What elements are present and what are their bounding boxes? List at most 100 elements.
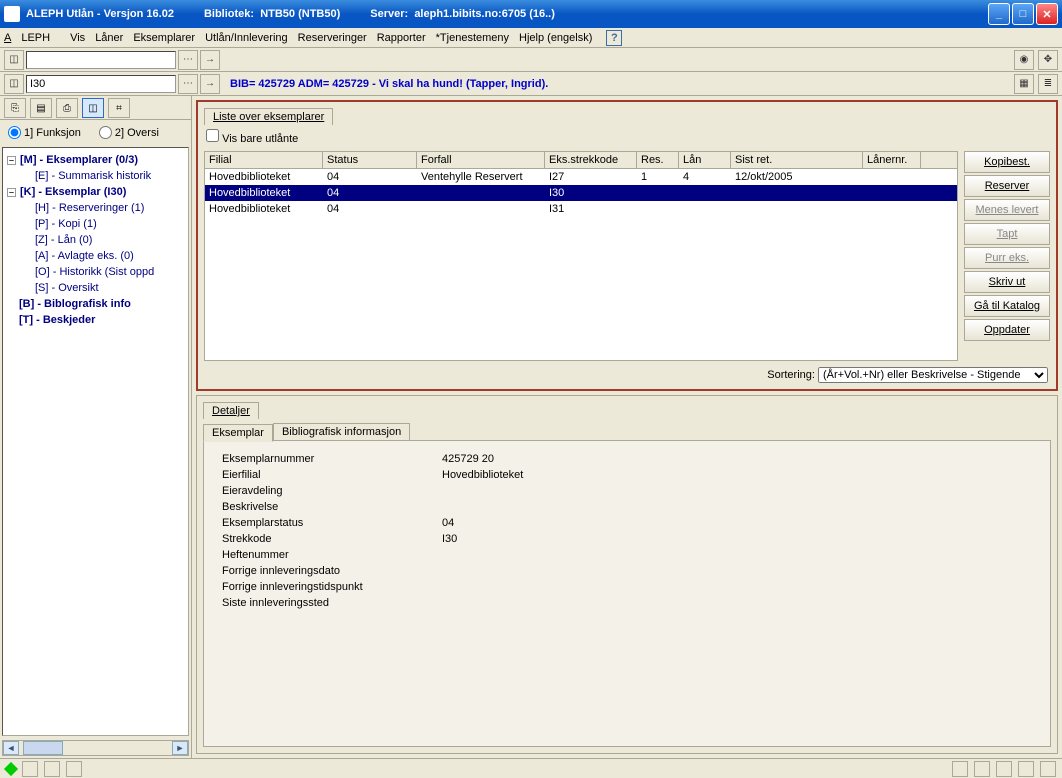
tree-a[interactable]: [A] - Avlagte eks. (0) [35, 248, 184, 264]
toolbar-input-2[interactable] [26, 75, 176, 93]
menu-vis[interactable]: Vis [70, 32, 85, 44]
btn-reserver[interactable]: Reserver [964, 175, 1050, 197]
toolbar-icon-r2[interactable]: ✥ [1038, 50, 1058, 70]
left-tab-1[interactable]: ⎘ [4, 98, 26, 118]
table-row[interactable]: Hovedbiblioteket04I31 [205, 201, 957, 217]
close-button[interactable]: ✕ [1036, 3, 1058, 25]
btn-menes-levert[interactable]: Menes levert [964, 199, 1050, 221]
status-icon-r2[interactable] [974, 761, 990, 777]
fld-fit-k: Forrige innleveringstidspunkt [222, 579, 442, 595]
subtab-eksemplar[interactable]: Eksemplar [203, 424, 273, 442]
scroll-right-icon[interactable]: ► [172, 741, 188, 755]
lower-tab[interactable]: Detaljer [203, 402, 259, 419]
toolbar-ellipsis-1[interactable]: ⋯ [178, 50, 198, 70]
left-tab-3[interactable]: ⎙ [56, 98, 78, 118]
status-icon-2[interactable] [44, 761, 60, 777]
chk-vis-bare[interactable]: Vis bare utlånte [206, 133, 298, 145]
fld-avd-k: Eieravdeling [222, 483, 442, 499]
col-filial[interactable]: Filial [205, 152, 323, 168]
left-tab-5[interactable]: ⌗ [108, 98, 130, 118]
cell-res: 1 [637, 169, 679, 185]
tree-h[interactable]: [H] - Reserveringer (1) [35, 200, 184, 216]
menu-utlan[interactable]: Utlån/Innlevering [205, 32, 288, 44]
btn-kopibest[interactable]: Kopibest. [964, 151, 1050, 173]
menu-aleph[interactable]: ALEPH [4, 32, 60, 44]
tree-e[interactable]: [E] - Summarisk historik [35, 168, 184, 184]
toolbar-ellipsis-2[interactable]: ⋯ [178, 74, 198, 94]
tree-b[interactable]: [B] - Biblografisk info [19, 296, 184, 312]
col-lan[interactable]: Lån [679, 152, 731, 168]
btn-skriv-ut[interactable]: Skriv ut [964, 271, 1050, 293]
subtab-bibliografisk[interactable]: Bibliografisk informasjon [273, 423, 410, 441]
btn-purr-eks[interactable]: Purr eks. [964, 247, 1050, 269]
title-lib: Bibliotek: NTB50 (NTB50) [204, 8, 340, 20]
menu-laner[interactable]: Låner [95, 32, 123, 44]
menu-eksemplarer[interactable]: Eksemplarer [133, 32, 195, 44]
left-tab-4[interactable]: ◫ [82, 98, 104, 118]
sort-select[interactable]: (År+Vol.+Nr) eller Beskrivelse - Stigend… [818, 367, 1048, 383]
sort-label: Sortering: [767, 369, 815, 381]
cell-forfall: Ventehylle Reservert [417, 169, 545, 185]
status-icon-r4[interactable] [1018, 761, 1034, 777]
toolbar-go-2[interactable]: → [200, 74, 220, 94]
cell-sist: 12/okt/2005 [731, 169, 863, 185]
cell-forfall [417, 201, 545, 217]
btn-tapt[interactable]: Tapt [964, 223, 1050, 245]
status-icon-r1[interactable] [952, 761, 968, 777]
fld-eier-v: Hovedbiblioteket [442, 467, 523, 483]
col-res[interactable]: Res. [637, 152, 679, 168]
cell-strek: I30 [545, 185, 637, 201]
btn-ga-til-katalog[interactable]: Gå til Katalog [964, 295, 1050, 317]
maximize-button[interactable]: □ [1012, 3, 1034, 25]
toolbar-icon-r1[interactable]: ◉ [1014, 50, 1034, 70]
btn-oppdater[interactable]: Oppdater [964, 319, 1050, 341]
tree-s[interactable]: [S] - Oversikt [35, 280, 184, 296]
tree-m[interactable]: –[M] - Eksemplarer (0/3) [7, 152, 184, 168]
toolbar-icon-2[interactable]: ◫ [4, 74, 24, 94]
col-strek[interactable]: Eks.strekkode [545, 152, 637, 168]
status-icon-r3[interactable] [996, 761, 1012, 777]
radio-oversikt[interactable]: 2] Oversi [99, 126, 159, 139]
menu-hjelp[interactable]: Hjelp (engelsk) [519, 32, 592, 44]
cell-res [637, 201, 679, 217]
status-icon-3[interactable] [66, 761, 82, 777]
scroll-left-icon[interactable]: ◄ [3, 741, 19, 755]
left-hscroll[interactable]: ◄ ► [2, 740, 189, 756]
nav-tree[interactable]: –[M] - Eksemplarer (0/3) [E] - Summarisk… [2, 147, 189, 736]
table-row[interactable]: Hovedbiblioteket04Ventehylle ReservertI2… [205, 169, 957, 185]
col-forfall[interactable]: Forfall [417, 152, 545, 168]
upper-tab[interactable]: Liste over eksemplarer [204, 108, 333, 125]
col-laner[interactable]: Lånernr. [863, 152, 921, 168]
help-icon[interactable]: ? [606, 30, 622, 46]
left-radio-row: 1] Funksjon 2] Oversi [0, 120, 191, 145]
menu-tjenestemeny[interactable]: *Tjenestemeny [436, 32, 509, 44]
minimize-button[interactable]: _ [988, 3, 1010, 25]
scroll-thumb[interactable] [23, 741, 63, 755]
menu-rapporter[interactable]: Rapporter [377, 32, 426, 44]
cell-sist [731, 185, 863, 201]
toolbar-row-1: ◫ ⋯ → ◉ ✥ [0, 48, 1062, 72]
status-icon-1[interactable] [22, 761, 38, 777]
cell-status: 04 [323, 201, 417, 217]
status-icon-r5[interactable] [1040, 761, 1056, 777]
toolbar-go-1[interactable]: → [200, 50, 220, 70]
col-status[interactable]: Status [323, 152, 417, 168]
tree-p[interactable]: [P] - Kopi (1) [35, 216, 184, 232]
item-grid[interactable]: Filial Status Forfall Eks.strekkode Res.… [204, 151, 958, 361]
toolbar-icon-r3[interactable]: ▦ [1014, 74, 1034, 94]
cell-filial: Hovedbiblioteket [205, 169, 323, 185]
radio-funksjon[interactable]: 1] Funksjon [8, 126, 81, 139]
col-sist[interactable]: Sist ret. [731, 152, 863, 168]
tree-t[interactable]: [T] - Beskjeder [19, 312, 184, 328]
left-tab-2[interactable]: ▤ [30, 98, 52, 118]
table-row[interactable]: Hovedbiblioteket04I30 [205, 185, 957, 201]
toolbar-icon-1[interactable]: ◫ [4, 50, 24, 70]
fld-heft-k: Heftenummer [222, 547, 442, 563]
tree-o[interactable]: [O] - Historikk (Sist oppd [35, 264, 184, 280]
toolbar-input-1[interactable] [26, 51, 176, 69]
tree-k[interactable]: –[K] - Eksemplar (I30) [7, 184, 184, 200]
fld-eksnr-v: 425729 20 [442, 451, 494, 467]
toolbar-icon-r4[interactable]: ≣ [1038, 74, 1058, 94]
menu-reserveringer[interactable]: Reserveringer [298, 32, 367, 44]
tree-z[interactable]: [Z] - Lån (0) [35, 232, 184, 248]
